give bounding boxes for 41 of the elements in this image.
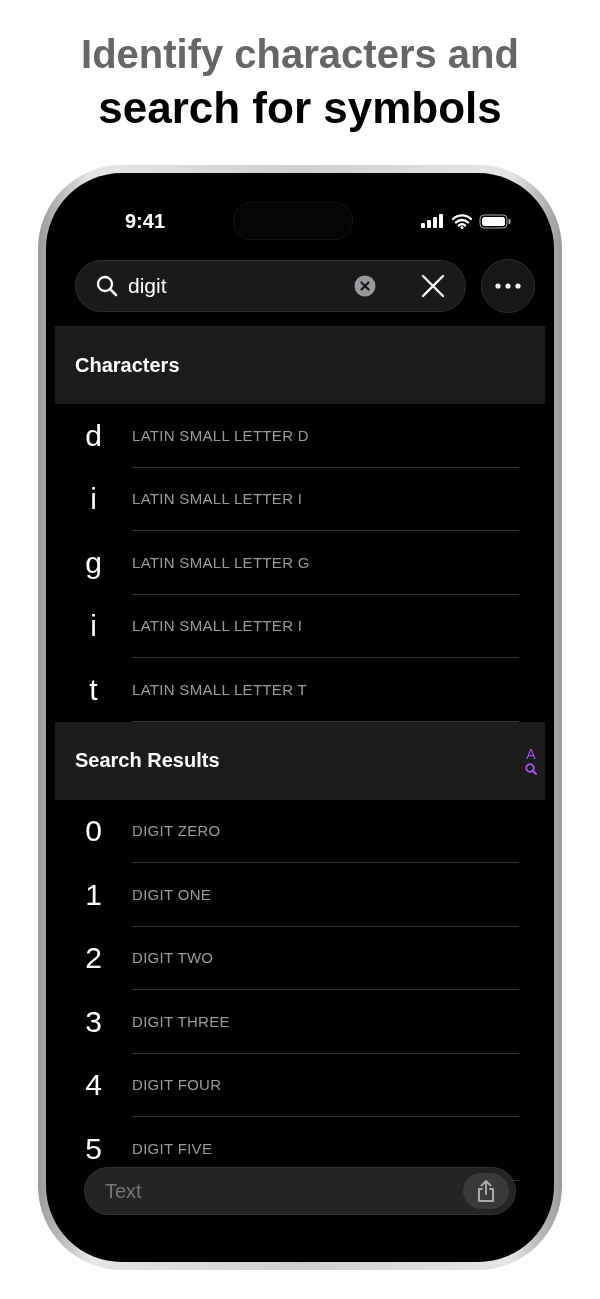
search-icon — [96, 275, 118, 297]
signal-icon — [421, 214, 445, 228]
section-title: Search Results — [75, 749, 220, 772]
more-button[interactable] — [481, 259, 535, 313]
clear-icon[interactable] — [354, 275, 376, 297]
character-glyph[interactable]: 0 — [85, 816, 102, 847]
character-glyph[interactable]: i — [90, 484, 97, 515]
share-icon — [476, 1179, 496, 1203]
wifi-icon — [452, 213, 472, 229]
character-name[interactable]: LATIN SMALL LETTER G — [132, 553, 310, 571]
search-icon[interactable] — [525, 762, 537, 775]
character-glyph[interactable]: 4 — [85, 1070, 102, 1101]
character-name[interactable]: LATIN SMALL LETTER I — [132, 617, 303, 635]
character-name[interactable]: DIGIT FIVE — [132, 1139, 213, 1157]
search-field[interactable]: digit — [75, 260, 466, 312]
more-icon — [495, 283, 521, 289]
share-button[interactable] — [463, 1173, 509, 1209]
index-letter[interactable]: A — [526, 746, 536, 762]
status-time: 9:41 — [125, 209, 166, 233]
character-name[interactable]: DIGIT FOUR — [132, 1076, 222, 1094]
character-glyph[interactable]: i — [90, 611, 97, 642]
character-glyph[interactable]: g — [85, 547, 102, 578]
headline: search for symbols — [98, 82, 502, 134]
character-glyph[interactable]: t — [89, 674, 98, 705]
character-glyph[interactable]: 2 — [85, 943, 102, 974]
section-title: Characters — [75, 353, 180, 377]
character-name[interactable]: LATIN SMALL LETTER I — [132, 490, 303, 508]
battery-icon — [479, 213, 511, 229]
search-query[interactable]: digit — [128, 274, 344, 298]
character-glyph[interactable]: 1 — [85, 879, 102, 910]
character-glyph[interactable]: 5 — [85, 1133, 102, 1164]
character-glyph[interactable]: 3 — [85, 1006, 102, 1037]
character-name[interactable]: LATIN SMALL LETTER T — [132, 680, 307, 698]
character-name[interactable]: DIGIT ONE — [132, 885, 212, 903]
character-name[interactable]: DIGIT TWO — [132, 949, 214, 967]
character-name[interactable]: DIGIT THREE — [132, 1012, 230, 1030]
close-icon[interactable] — [421, 274, 445, 298]
headline: Identify characters and — [81, 31, 519, 78]
character-name[interactable]: LATIN SMALL LETTER D — [132, 426, 309, 444]
character-name[interactable]: DIGIT ZERO — [132, 822, 221, 840]
character-glyph[interactable]: d — [85, 420, 102, 451]
